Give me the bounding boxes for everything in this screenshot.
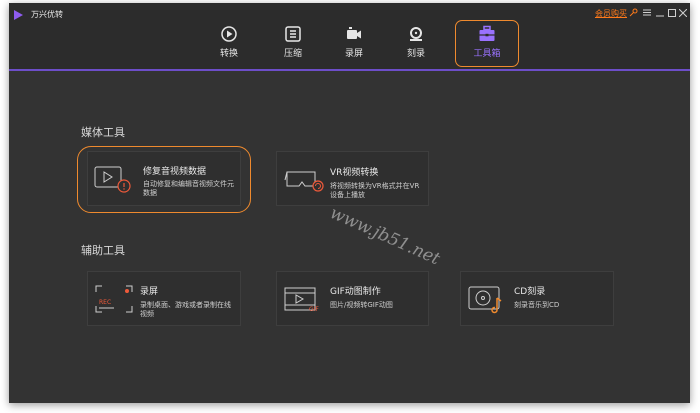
watermark: www.jb51.net bbox=[326, 203, 443, 270]
compress-icon bbox=[285, 26, 301, 42]
gif-badge: GIF bbox=[309, 306, 319, 313]
app-title: 万兴优转 bbox=[31, 10, 63, 19]
tab-toolbox[interactable]: 工具箱 bbox=[455, 20, 519, 67]
header-divider bbox=[9, 69, 690, 71]
vr-convert-title: VR视频转换 bbox=[330, 168, 379, 178]
tab-convert-label: 转换 bbox=[219, 49, 238, 59]
tab-compress[interactable]: 压缩 bbox=[266, 21, 320, 65]
app-window: 万兴优转 会员购买 转换 压缩 录屏 刻录 工具箱 媒体工具 修复音视频数据 自… bbox=[9, 3, 690, 403]
member-purchase-link[interactable]: 会员购买 bbox=[595, 8, 627, 19]
screen-record-icon: REC bbox=[95, 285, 133, 313]
record-screen-icon bbox=[347, 27, 361, 39]
gif-maker-desc: 图片/视频转GIF动图 bbox=[330, 301, 393, 309]
tab-convert[interactable]: 转换 bbox=[202, 21, 256, 65]
gif-maker-icon: GIF bbox=[284, 287, 319, 313]
cd-burn-title: CD刻录 bbox=[514, 287, 546, 297]
cd-burn-icon bbox=[468, 286, 502, 314]
tab-compress-label: 压缩 bbox=[283, 49, 302, 59]
cd-burn-card[interactable]: CD刻录 刻录音乐到CD bbox=[460, 271, 614, 326]
close-icon[interactable] bbox=[679, 9, 687, 17]
cd-burn-desc: 刻录音乐到CD bbox=[514, 301, 560, 309]
tab-burn-label: 刻录 bbox=[406, 49, 425, 59]
burn-icon bbox=[410, 27, 422, 41]
screen-record-card[interactable]: REC 录屏 录制桌面、游戏或者录制在线视频 bbox=[87, 271, 241, 326]
screen-record-desc: 录制桌面、游戏或者录制在线视频 bbox=[140, 301, 231, 318]
maximize-icon[interactable] bbox=[668, 9, 676, 17]
tab-burn[interactable]: 刻录 bbox=[389, 21, 443, 65]
vr-convert-desc: 将视频转换为VR格式并在VR设备上播放 bbox=[330, 182, 420, 199]
gif-maker-card[interactable]: GIF GIF动图制作 图片/视频转GIF动图 bbox=[276, 271, 429, 326]
tab-record-screen-label: 录屏 bbox=[344, 49, 363, 59]
toolbox-icon bbox=[479, 25, 495, 41]
app-logo-icon bbox=[14, 10, 23, 20]
repair-video-highlight bbox=[77, 146, 251, 213]
minimize-icon[interactable] bbox=[656, 9, 664, 17]
rec-badge: REC bbox=[99, 299, 111, 306]
vr-headset-icon bbox=[284, 171, 324, 192]
screen-record-title: 录屏 bbox=[140, 287, 159, 297]
key-icon[interactable] bbox=[629, 8, 638, 17]
media-tools-heading: 媒体工具 bbox=[81, 126, 125, 139]
menu-icon[interactable] bbox=[643, 9, 651, 16]
tab-record-screen[interactable]: 录屏 bbox=[327, 21, 381, 65]
aux-tools-heading: 辅助工具 bbox=[81, 244, 125, 257]
gif-maker-title: GIF动图制作 bbox=[330, 287, 381, 297]
tab-toolbox-label: 工具箱 bbox=[473, 49, 501, 59]
convert-icon bbox=[221, 26, 237, 42]
title-bar: 万兴优转 会员购买 转换 压缩 录屏 刻录 工具箱 bbox=[9, 3, 690, 69]
vr-convert-card[interactable]: VR视频转换 将视频转换为VR格式并在VR设备上播放 bbox=[276, 151, 429, 206]
